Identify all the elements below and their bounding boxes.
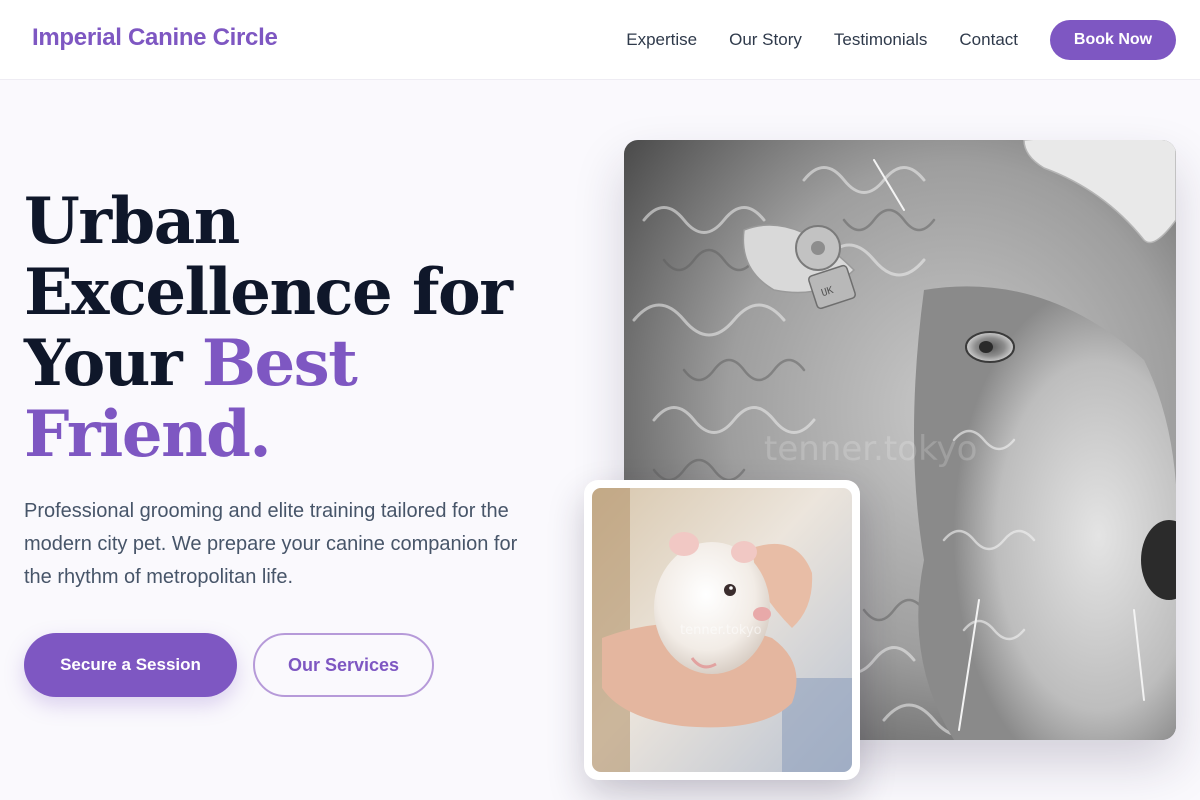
site-header: Imperial Canine Circle Expertise Our Sto… <box>0 0 1200 80</box>
nav-link-expertise[interactable]: Expertise <box>626 30 697 50</box>
nav-link-our-story[interactable]: Our Story <box>729 30 802 50</box>
inset-watermark: tenner.tokyo <box>680 623 762 638</box>
nav-link-testimonials[interactable]: Testimonials <box>834 30 928 50</box>
secure-session-button[interactable]: Secure a Session <box>24 633 237 697</box>
headline-line-3: Your <box>24 326 202 401</box>
main-watermark: tenner.tokyo <box>764 429 977 469</box>
hero-headline: Urban Excellence for Your Best Friend. <box>24 186 584 470</box>
nav-link-contact[interactable]: Contact <box>959 30 1018 50</box>
landing-page: Imperial Canine Circle Expertise Our Sto… <box>0 0 1200 800</box>
book-now-button[interactable]: Book Now <box>1050 20 1176 60</box>
hero-subtitle: Professional grooming and elite training… <box>24 500 518 588</box>
headline-line-2: Excellence for <box>24 255 513 330</box>
our-services-button[interactable]: Our Services <box>253 633 434 697</box>
inset-image: tenner.tokyo <box>592 488 852 772</box>
headline-accent-best: Best <box>201 326 358 401</box>
main-nav: Expertise Our Story Testimonials Contact <box>626 30 1018 50</box>
headline-accent-friend: Friend. <box>24 397 272 472</box>
inset-image-card: tenner.tokyo <box>584 480 860 780</box>
brand-logo[interactable]: Imperial Canine Circle <box>32 24 278 52</box>
hamster-illustration: tenner.tokyo <box>592 488 852 772</box>
headline-line-1: Urban <box>24 184 240 259</box>
